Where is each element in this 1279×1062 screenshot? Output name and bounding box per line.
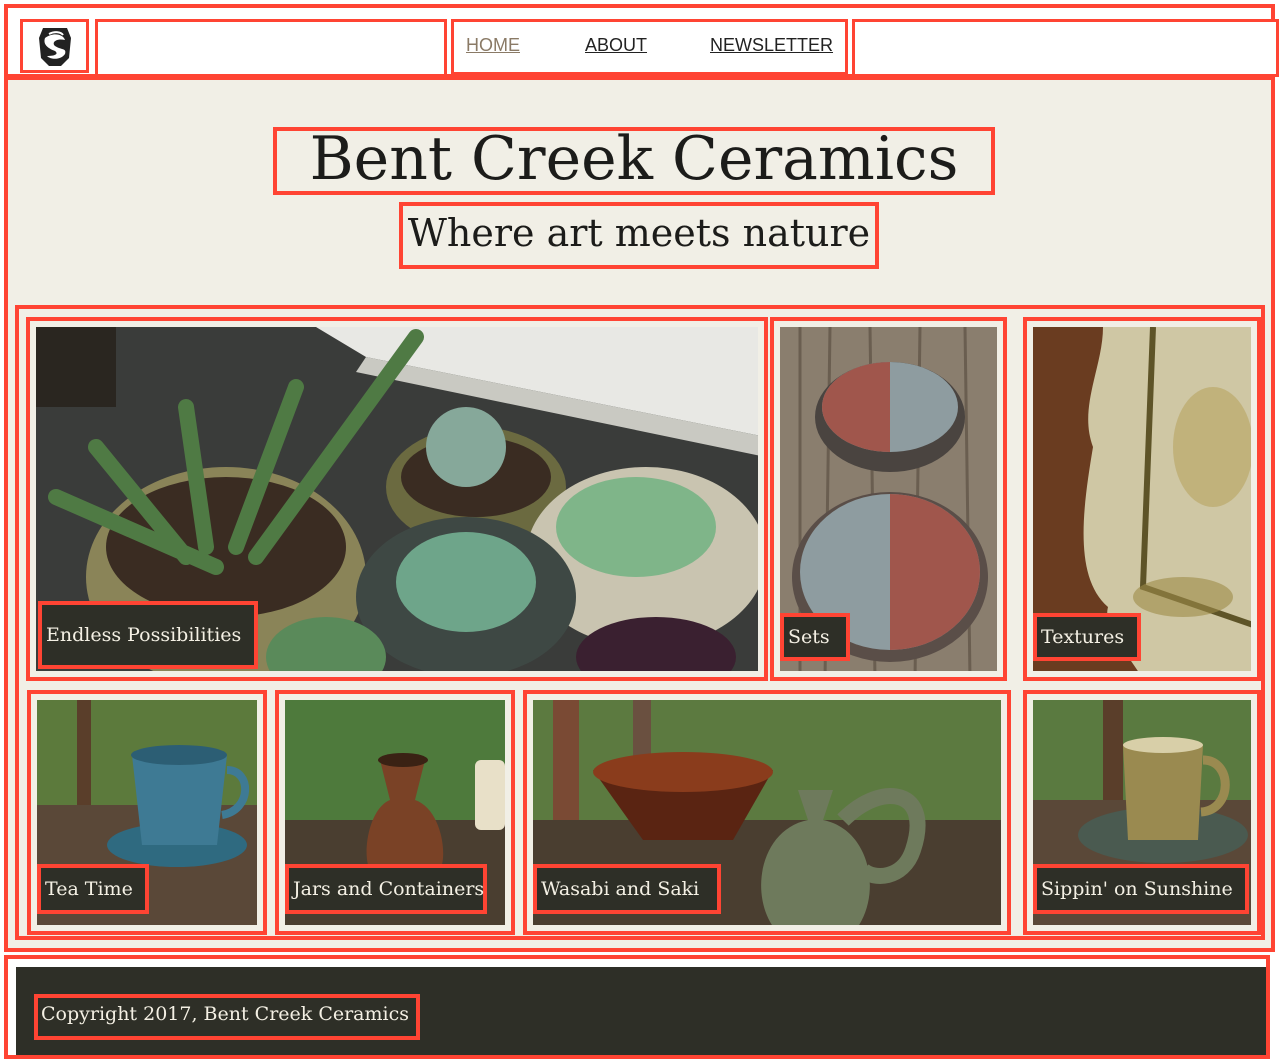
tile-caption: Jars and Containers — [285, 864, 487, 914]
gallery-tile-jars-and-containers[interactable]: Jars and Containers — [275, 690, 515, 935]
main-nav: HOME ABOUT NEWSLETTER — [451, 19, 848, 75]
gallery-tile-wasabi-and-saki[interactable]: Wasabi and Saki — [523, 690, 1011, 935]
site-logo[interactable] — [20, 19, 89, 73]
site-header: HOME ABOUT NEWSLETTER — [4, 4, 1279, 78]
tile-caption: Sets — [780, 613, 850, 661]
site-footer: Copyright 2017, Bent Creek Ceramics — [4, 955, 1270, 1059]
tile-caption: Wasabi and Saki — [533, 864, 721, 914]
footer-bar: Copyright 2017, Bent Creek Ceramics — [16, 967, 1266, 1055]
gallery-tile-sippin-on-sunshine[interactable]: Sippin' on Sunshine — [1023, 690, 1261, 935]
nav-newsletter-link[interactable]: NEWSLETTER — [710, 35, 833, 56]
nav-about-link[interactable]: ABOUT — [585, 35, 647, 56]
gallery-tile-tea-time[interactable]: Tea Time — [27, 690, 267, 935]
nav-home-link[interactable]: HOME — [466, 35, 520, 56]
site-title: Bent Creek Ceramics — [273, 127, 995, 195]
header-spacer-left — [95, 19, 447, 77]
gallery-tile-sets[interactable]: Sets — [770, 317, 1007, 681]
swirl-pottery-logo-icon — [38, 28, 71, 66]
tile-caption: Endless Possibilities — [38, 601, 258, 669]
tile-caption: Sippin' on Sunshine — [1033, 864, 1249, 914]
tile-caption: Tea Time — [37, 864, 149, 914]
gallery-tile-endless-possibilities[interactable]: Endless Possibilities — [26, 317, 768, 681]
header-spacer-right — [852, 19, 1279, 77]
gallery-tile-textures[interactable]: Textures — [1023, 317, 1261, 681]
tile-caption: Textures — [1033, 613, 1141, 661]
site-tagline: Where art meets nature — [399, 202, 879, 269]
gallery-grid: Endless Possibilities Sets Textures Tea … — [15, 305, 1265, 940]
copyright-text: Copyright 2017, Bent Creek Ceramics — [34, 994, 420, 1040]
